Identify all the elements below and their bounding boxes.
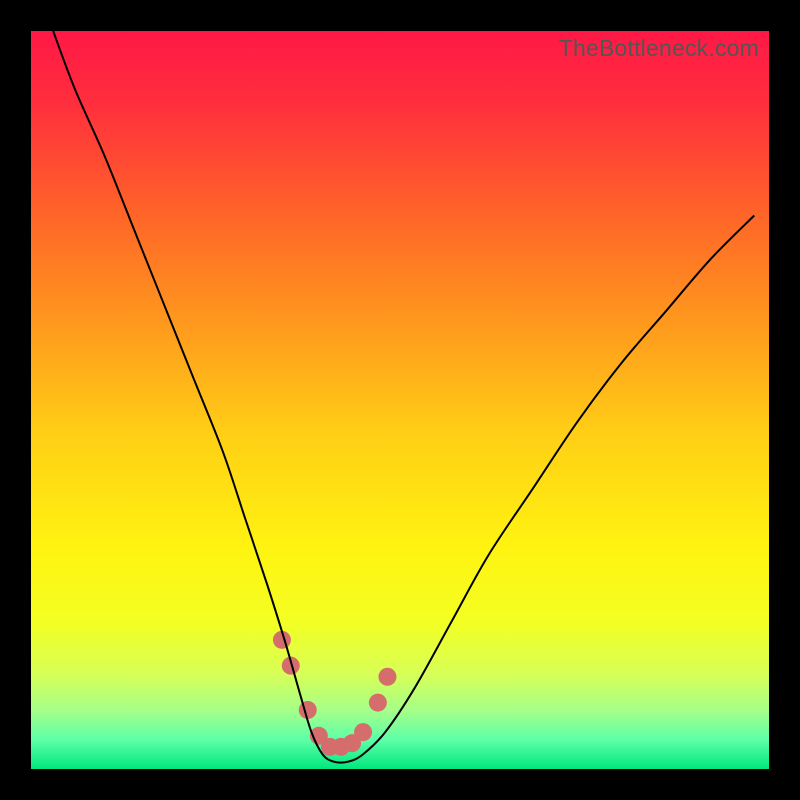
marker-dot xyxy=(354,723,372,741)
watermark-text: TheBottleneck.com xyxy=(559,35,759,62)
chart-svg xyxy=(31,31,769,769)
marker-dot xyxy=(369,694,387,712)
bottleneck-curve xyxy=(53,31,754,763)
marker-dot xyxy=(299,701,317,719)
marker-dot xyxy=(378,668,396,686)
chart-frame: TheBottleneck.com xyxy=(0,0,800,800)
plot-area: TheBottleneck.com xyxy=(31,31,769,769)
marker-layer xyxy=(273,631,397,756)
